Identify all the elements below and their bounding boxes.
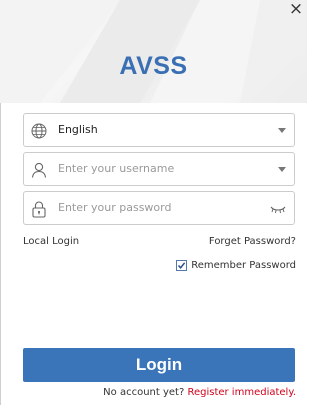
password-placeholder: Enter your password [58,201,172,214]
register-link[interactable]: Register immediately. [187,387,296,398]
local-login-link[interactable]: Local Login [23,236,79,247]
remember-password-label: Remember Password [191,259,296,271]
login-button[interactable]: Login [23,348,295,382]
forget-password-link[interactable]: Forget Password? [209,236,296,247]
chevron-down-icon[interactable] [278,128,286,133]
remember-password[interactable]: Remember Password [176,258,296,272]
no-account-text: No account yet? [103,387,185,398]
close-icon[interactable]: × [287,0,305,18]
username-placeholder: Enter your username [58,162,175,175]
password-field[interactable]: Enter your password [23,191,295,225]
register-prompt: No account yet? Register immediately. [103,387,296,398]
username-field[interactable]: Enter your username [23,152,295,186]
login-header: AVSS × [0,0,307,103]
app-title: AVSS [119,52,188,80]
checkmark-icon [178,261,186,269]
username-dropdown-icon[interactable] [278,167,286,172]
language-value: English [58,123,98,136]
user-icon [31,162,47,178]
remember-password-checkbox[interactable] [176,259,188,271]
hide-password-icon[interactable] [270,204,286,214]
lock-icon [32,201,46,218]
globe-icon [31,123,47,139]
window-border [0,103,1,405]
language-select[interactable]: English [23,113,295,147]
